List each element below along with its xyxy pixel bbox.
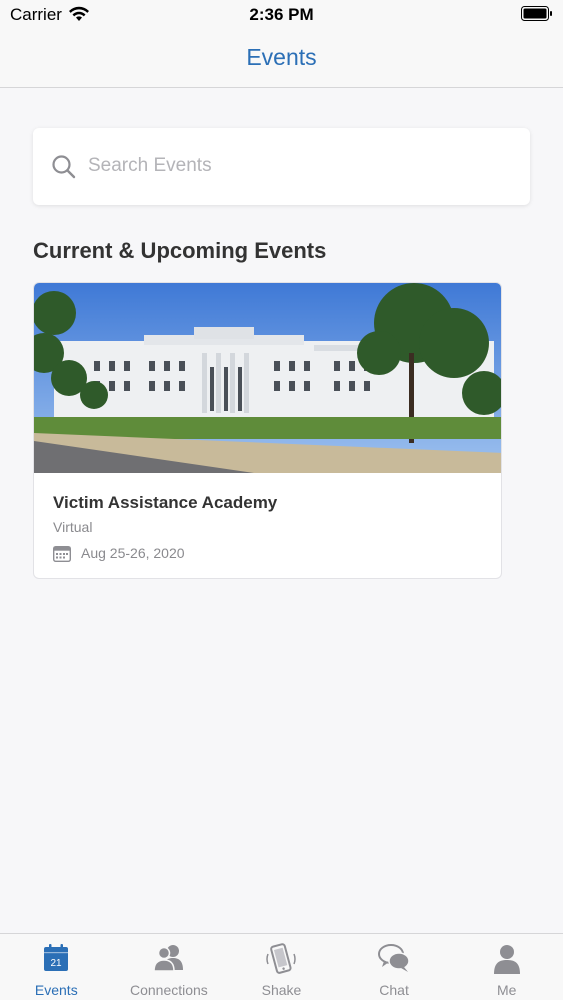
search-icon — [52, 155, 76, 179]
search-input[interactable] — [88, 148, 508, 184]
tab-label-events: Events — [34, 982, 78, 998]
tab-chat[interactable]: Chat — [338, 934, 451, 1000]
tab-label-me: Me — [496, 982, 517, 998]
battery-icon — [521, 6, 552, 21]
event-location: Virtual — [53, 519, 93, 535]
status-time: 2:36 PM — [249, 5, 314, 24]
calendar-icon: 21 — [44, 944, 69, 971]
event-image — [34, 283, 501, 473]
navigation-bar: Events — [0, 30, 563, 88]
tab-label-connections: Connections — [129, 982, 208, 998]
tab-events[interactable]: 21 Events — [0, 934, 113, 1000]
tab-connections[interactable]: Connections — [113, 934, 226, 1000]
search-box[interactable] — [33, 128, 530, 205]
section-title: Current & Upcoming Events — [33, 238, 327, 263]
page-title: Events — [246, 44, 317, 70]
tab-label-chat: Chat — [379, 982, 409, 998]
chat-bubbles-icon — [378, 944, 410, 972]
status-bar: Carrier 2:36 PM — [0, 0, 563, 30]
calendar-icon — [53, 546, 71, 562]
calendar-day-number: 21 — [51, 958, 63, 969]
tab-shake[interactable]: Shake — [225, 934, 338, 1000]
event-card[interactable]: Victim Assistance Academy Virtual Aug 25… — [33, 282, 502, 579]
person-icon — [493, 945, 520, 974]
tab-label-shake: Shake — [261, 982, 302, 998]
people-icon — [153, 945, 183, 972]
phone-shake-icon — [266, 943, 297, 974]
tab-bar: 21 Events Connections Shake Chat Me — [0, 933, 563, 1000]
event-date: Aug 25-26, 2020 — [81, 545, 185, 561]
tab-me[interactable]: Me — [450, 934, 563, 1000]
event-name: Victim Assistance Academy — [53, 493, 278, 512]
